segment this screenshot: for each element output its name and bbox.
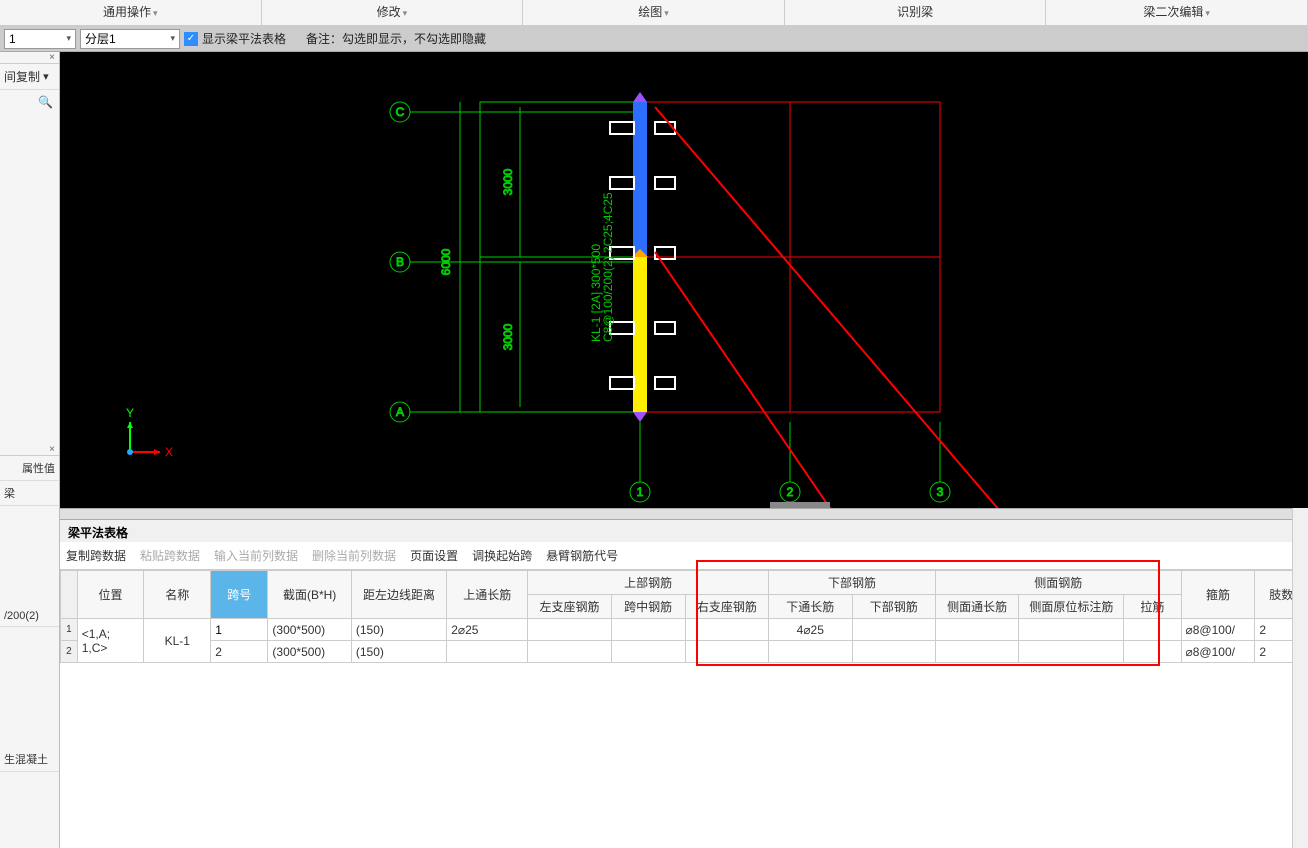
col-side-full[interactable]: 侧面通长筋 xyxy=(935,595,1018,619)
chevron-down-icon: ▾ xyxy=(66,33,71,44)
prop-row-3[interactable]: 生混凝土 xyxy=(0,747,59,772)
cell-pos: <1,A;1,C> xyxy=(77,619,144,663)
beam-grid[interactable]: 位置 名称 跨号 截面(B*H) 距左边线距离 上通长筋 上部钢筋 下部钢筋 侧… xyxy=(60,570,1308,663)
checkbox-show-table[interactable]: ✓ xyxy=(184,32,198,46)
col-section[interactable]: 截面(B*H) xyxy=(268,571,351,619)
table-toolbar: 复制跨数据 粘贴跨数据 输入当前列数据 删除当前列数据 页面设置 调换起始跨 悬… xyxy=(60,542,1308,570)
svg-text:B: B xyxy=(396,255,404,269)
combo-1[interactable]: 1▾ xyxy=(4,29,76,49)
chevron-down-icon: ▾ xyxy=(403,8,408,18)
svg-text:3000: 3000 xyxy=(501,323,515,350)
svg-text:A: A xyxy=(396,405,404,419)
col-pos[interactable]: 位置 xyxy=(77,571,144,619)
col-topfull[interactable]: 上通长筋 xyxy=(447,571,528,619)
beam-table-pane: 梁平法表格 复制跨数据 粘贴跨数据 输入当前列数据 删除当前列数据 页面设置 调… xyxy=(60,508,1308,848)
prop-row-1[interactable]: 梁 xyxy=(0,481,59,506)
panel-close-icon-2[interactable]: × xyxy=(0,444,59,456)
col-upper-left[interactable]: 左支座钢筋 xyxy=(528,595,611,619)
col-side-pos[interactable]: 侧面原位标注筋 xyxy=(1019,595,1124,619)
btn-canti-code[interactable]: 悬臂钢筋代号 xyxy=(546,547,618,564)
axis-y-label: Y xyxy=(126,406,134,420)
cell-name: KL-1 xyxy=(144,619,211,663)
prop-row-2[interactable]: /200(2) xyxy=(0,606,59,627)
note-label: 备注：勾选即显示，不勾选即隐藏 xyxy=(306,30,486,47)
search-icon: 🔍 xyxy=(38,95,53,109)
combo-layer[interactable]: 分层1▾ xyxy=(80,29,180,49)
search-row[interactable]: 🔍 xyxy=(0,90,59,114)
col-stirrup[interactable]: 箍筋 xyxy=(1181,571,1255,619)
chevron-down-icon: ▾ xyxy=(170,33,175,44)
col-lower[interactable]: 下部钢筋 xyxy=(769,571,936,595)
svg-text:3000: 3000 xyxy=(501,168,515,195)
col-span[interactable]: 跨号 xyxy=(211,571,268,619)
btn-swap-start[interactable]: 调换起始跨 xyxy=(472,547,532,564)
btn-paste-span: 粘贴跨数据 xyxy=(140,547,200,564)
col-name[interactable]: 名称 xyxy=(144,571,211,619)
btn-input-col: 输入当前列数据 xyxy=(214,547,298,564)
btn-delete-col: 删除当前列数据 xyxy=(312,547,396,564)
col-edge[interactable]: 距左边线距离 xyxy=(351,571,446,619)
tab-modify[interactable]: 修改▾ xyxy=(262,0,524,25)
checkbox-label: 显示梁平法表格 xyxy=(202,30,286,47)
table-row[interactable]: 1 <1,A;1,C> KL-1 (300*500) (150) 2⌀25 4⌀… xyxy=(61,619,1308,641)
svg-text:2: 2 xyxy=(787,485,794,499)
scrollbar[interactable] xyxy=(1292,508,1308,848)
property-header: 属性值 xyxy=(0,456,59,481)
pane-title: 梁平法表格 xyxy=(60,520,1308,542)
col-upper-right[interactable]: 右支座钢筋 xyxy=(685,595,768,619)
svg-text:3: 3 xyxy=(937,485,944,499)
col-side[interactable]: 侧面钢筋 xyxy=(935,571,1181,595)
drawing-viewport[interactable]: X Y C B A 1 2 3 6000 3000 3000 xyxy=(60,52,1308,508)
table-row[interactable]: 2 2 (300*500) (150) ⌀8@100/ 2 xyxy=(61,641,1308,663)
svg-text:C: C xyxy=(396,105,405,119)
tab-common[interactable]: 通用操作▾ xyxy=(0,0,262,25)
col-tie[interactable]: 拉筋 xyxy=(1124,595,1181,619)
btn-page-setup[interactable]: 页面设置 xyxy=(410,547,458,564)
span-input[interactable] xyxy=(215,623,263,637)
svg-text:1: 1 xyxy=(637,485,644,499)
col-upper[interactable]: 上部钢筋 xyxy=(528,571,769,595)
panel-close-icon[interactable]: × xyxy=(0,52,59,64)
tab-draw[interactable]: 绘图▾ xyxy=(523,0,785,25)
chevron-down-icon: ▾ xyxy=(1205,8,1210,18)
svg-text:C8@100/200(2) 2C25;4C25: C8@100/200(2) 2C25;4C25 xyxy=(601,192,615,342)
tab-beam-edit[interactable]: 梁二次编辑▾ xyxy=(1046,0,1308,25)
splitter[interactable] xyxy=(60,508,1308,520)
col-lower-full[interactable]: 下通长筋 xyxy=(769,595,852,619)
toolbar-row: 1▾ 分层1▾ ✓ 显示梁平法表格 备注：勾选即显示，不勾选即隐藏 xyxy=(0,26,1308,52)
btn-copy-span[interactable]: 复制跨数据 xyxy=(66,547,126,564)
sidebar-item-copy[interactable]: 间复制 ▾ xyxy=(0,64,59,90)
menu-bar: 通用操作▾ 修改▾ 绘图▾ 识别梁 梁二次编辑▾ xyxy=(0,0,1308,26)
tab-identify-beam[interactable]: 识别梁 xyxy=(785,0,1047,25)
svg-text:6000: 6000 xyxy=(439,248,453,275)
col-upper-mid[interactable]: 跨中钢筋 xyxy=(611,595,685,619)
chevron-down-icon: ▾ xyxy=(664,8,669,18)
chevron-down-icon: ▾ xyxy=(153,8,158,18)
axis-x-label: X xyxy=(165,445,173,459)
col-lower-part[interactable]: 下部钢筋 xyxy=(852,595,935,619)
left-sidebar: × 间复制 ▾ 🔍 × 属性值 梁 /200(2) 生混凝土 xyxy=(0,52,60,848)
